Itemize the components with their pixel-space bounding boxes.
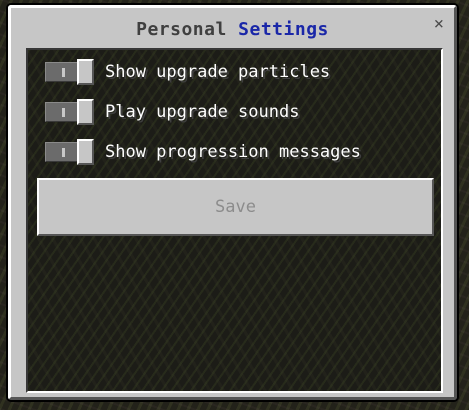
toggle-label-sounds: Play upgrade sounds bbox=[105, 102, 300, 122]
title-part-personal: Personal bbox=[136, 19, 227, 40]
toggle-off-mark bbox=[62, 148, 65, 157]
save-button[interactable]: Save bbox=[37, 178, 434, 236]
dialog-title: Personal Settings bbox=[11, 19, 454, 40]
toggle-row-particles: Show upgrade particles bbox=[45, 58, 330, 86]
toggle-off-mark bbox=[62, 68, 65, 77]
title-part-settings: Settings bbox=[238, 19, 329, 40]
close-icon[interactable]: × bbox=[434, 16, 444, 33]
personal-settings-dialog: Personal Settings × Show upgrade particl… bbox=[8, 5, 457, 400]
toggle-label-progression: Show progression messages bbox=[105, 142, 361, 162]
toggle-switch-sounds[interactable] bbox=[45, 99, 95, 125]
toggle-knob bbox=[77, 139, 94, 165]
settings-content-area: Show upgrade particles Play upgrade soun… bbox=[26, 48, 443, 393]
toggle-knob bbox=[77, 59, 94, 85]
toggle-label-particles: Show upgrade particles bbox=[105, 62, 331, 82]
toggle-off-mark bbox=[62, 108, 65, 117]
toggle-knob bbox=[77, 99, 94, 125]
toggle-row-sounds: Play upgrade sounds bbox=[45, 98, 299, 126]
toggle-row-progression: Show progression messages bbox=[45, 138, 361, 166]
toggle-switch-progression[interactable] bbox=[45, 139, 95, 165]
toggle-switch-particles[interactable] bbox=[45, 59, 95, 85]
